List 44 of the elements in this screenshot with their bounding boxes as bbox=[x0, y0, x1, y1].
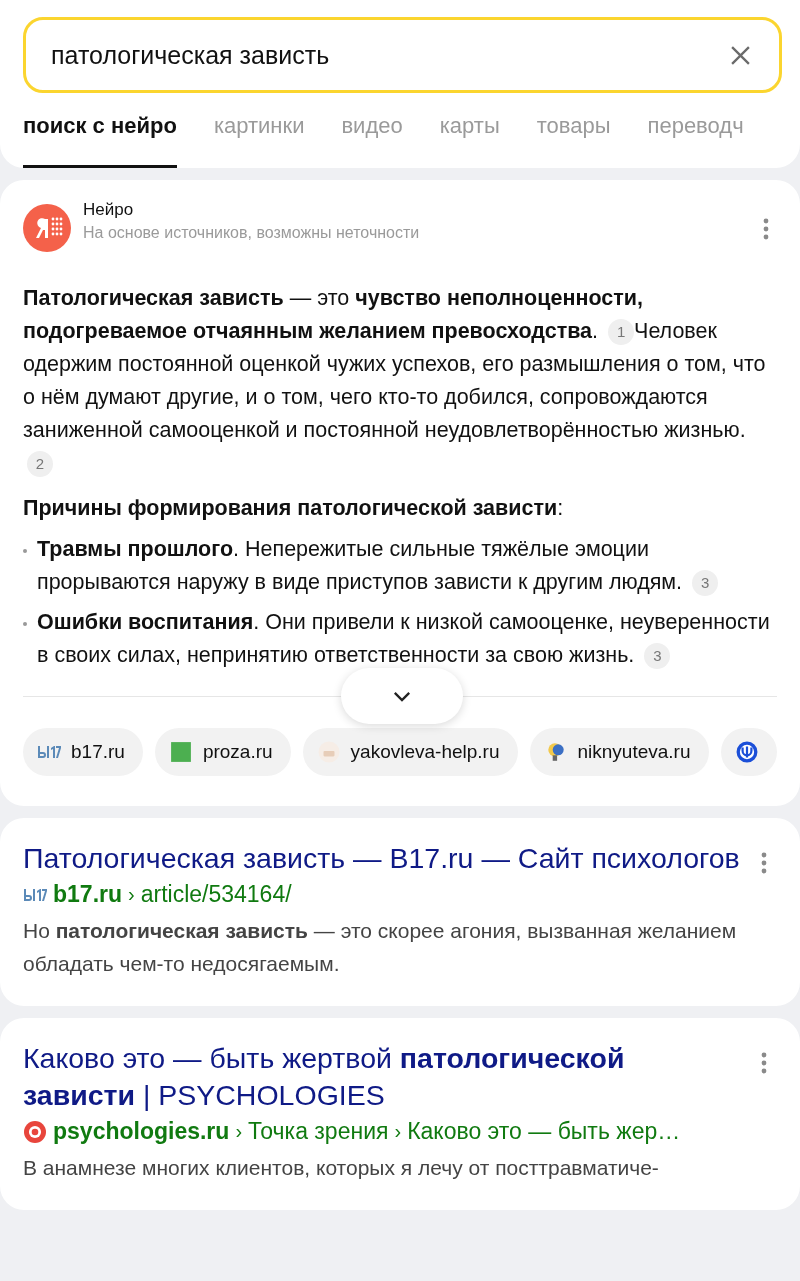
breadcrumb-separator: › bbox=[235, 1120, 243, 1143]
answer-heading: Причины формирования патологической зависти: bbox=[23, 495, 565, 522]
breadcrumb-link[interactable]: Каково это — быть жер… bbox=[407, 1118, 681, 1145]
result-snippet: Но патологическая зависть — это скорее агония, вызванная желанием обладать чем-то недосягаемым. bbox=[23, 918, 738, 977]
more-icon[interactable] bbox=[763, 218, 769, 240]
result-title-link[interactable]: Патологическая зависть — B17.ru — Сайт психологов bbox=[23, 840, 741, 877]
search-tab[interactable]: видео bbox=[341, 113, 403, 168]
answer-disclaimer: На основе источников, возможны неточности bbox=[83, 224, 421, 242]
source-label: proza.ru bbox=[202, 741, 273, 763]
source-chip[interactable] bbox=[720, 728, 777, 776]
source-chip[interactable]: yakovleva-help.ru bbox=[302, 728, 518, 776]
result-title-link[interactable]: Каково это — быть жертвой патологической зависти | PSYCHOLOGIES bbox=[23, 1040, 741, 1114]
breadcrumb-link[interactable]: Точка зрения bbox=[248, 1118, 389, 1145]
search-field[interactable]: патологическая зависть bbox=[23, 17, 782, 93]
breadcrumb-separator: › bbox=[394, 1120, 402, 1143]
search-query: патологическая зависть bbox=[51, 40, 331, 70]
result-domain-link[interactable]: b17.ru bbox=[53, 881, 123, 908]
psi-logo-icon bbox=[734, 741, 759, 763]
list-item-text: Ошибки воспитания. Они привели к низкой самооценке, неуверенности в своих силах, непринятию ответственности за свою жизнь. 3 bbox=[37, 606, 777, 672]
search-tab[interactable]: карты bbox=[439, 113, 500, 168]
search-tab[interactable]: товары bbox=[536, 113, 611, 168]
answer-paragraph: Патологическая зависть — это чувство неполноценности, подогреваемое отчаянным желанием превосходства. 1 Человек одержим постоянной оценкой чужих успехов, его размышления о том, что о нём думают другие, и о том, чего кто-то добился, сопровождаются заниженной самооценкой и постоянной неудовлетворённостью жизнью. 2 bbox=[23, 282, 777, 480]
list-item-text: Травмы прошлого. Непережитые сильные тяжёлые эмоции прорываются наружу в виде приступов зависти к другим людям. 3 bbox=[37, 533, 777, 599]
neuro-logo-icon bbox=[23, 204, 71, 252]
search-tab[interactable]: картинки bbox=[213, 113, 305, 168]
more-icon[interactable] bbox=[761, 852, 767, 874]
more-icon[interactable] bbox=[761, 1052, 767, 1074]
breadcrumb-link[interactable]: article/534164/ bbox=[140, 881, 292, 908]
source-label: yakovleva-help.ru bbox=[350, 741, 500, 763]
source-label: b17.ru bbox=[71, 741, 125, 763]
target-icon bbox=[23, 1120, 47, 1143]
source-label: niknyuteva.ru bbox=[577, 741, 691, 763]
search-tab[interactable]: переводч bbox=[647, 113, 744, 168]
result-domain-link[interactable]: psychologies.ru bbox=[53, 1118, 230, 1145]
source-chip[interactable]: proza.ru bbox=[154, 728, 291, 776]
chevron-down-icon bbox=[393, 690, 411, 702]
search-tab[interactable]: поиск с нейро bbox=[23, 113, 177, 168]
source-chip[interactable]: niknyuteva.ru bbox=[529, 728, 709, 776]
result-snippet: В анамнезе многих клиентов, которых я лечу от посттравматиче- bbox=[23, 1155, 660, 1181]
answer-source-title: Нейро bbox=[83, 200, 135, 220]
breadcrumb-separator: › bbox=[128, 883, 135, 906]
close-icon[interactable] bbox=[730, 44, 751, 66]
source-chip[interactable]: b17.ru bbox=[23, 728, 143, 776]
square-icon bbox=[168, 741, 193, 763]
